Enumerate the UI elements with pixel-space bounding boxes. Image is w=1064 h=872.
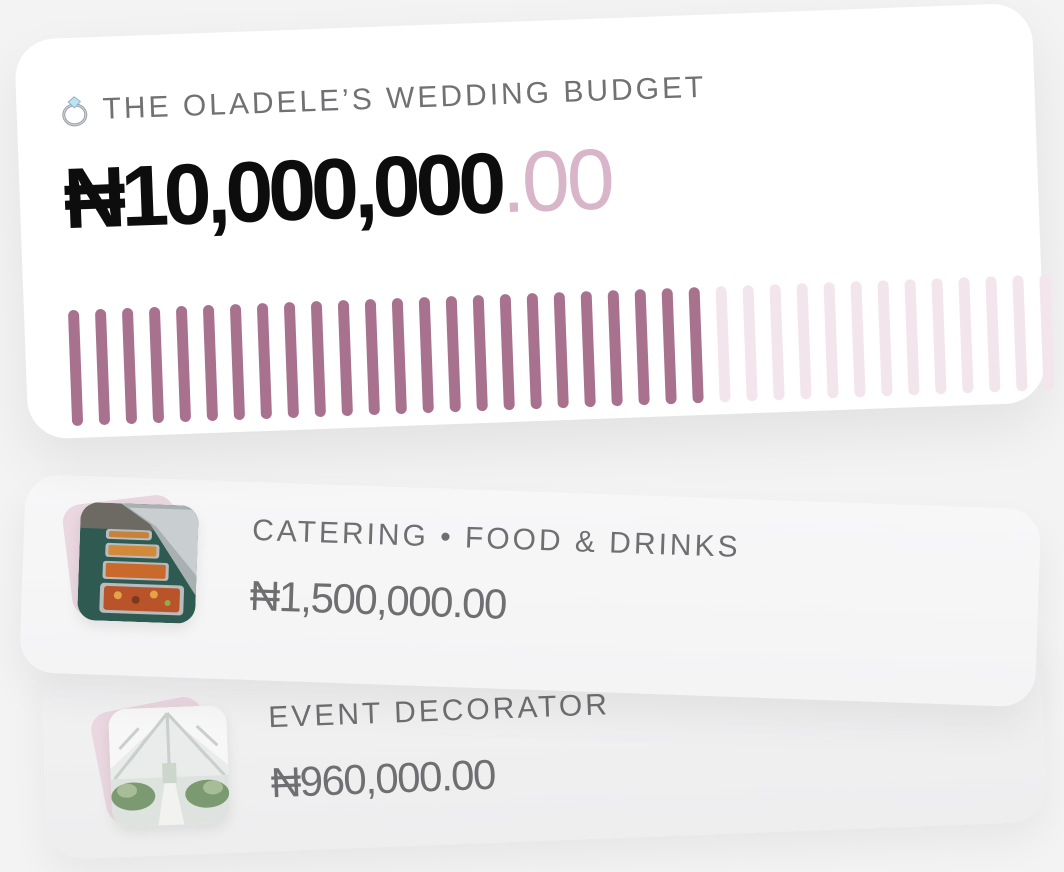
- budget-title: THE OLADELE’S WEDDING BUDGET: [101, 70, 707, 126]
- budget-amount: ₦10,000,000.00: [62, 131, 613, 247]
- progress-tick-filled: [283, 301, 300, 419]
- progress-tick-filled: [526, 292, 542, 410]
- progress-tick-filled: [175, 305, 192, 423]
- budget-stage: EVENT DECORATOR ₦960,000.00 CATERING • F…: [0, 0, 1064, 872]
- budget-progress-bar: [67, 274, 1055, 427]
- progress-tick-empty: [1012, 275, 1028, 392]
- progress-tick-filled: [391, 297, 407, 415]
- expense-category-label: CATERING • FOOD & DRINKS: [251, 513, 742, 564]
- progress-tick-filled: [202, 304, 219, 422]
- progress-tick-filled: [256, 302, 273, 420]
- progress-tick-empty: [742, 285, 758, 402]
- ring-icon: [62, 96, 88, 127]
- progress-tick-empty: [769, 284, 785, 401]
- expense-text: CATERING • FOOD & DRINKS ₦1,500,000.00: [249, 514, 952, 644]
- progress-tick-empty: [985, 276, 1001, 393]
- progress-tick-empty: [958, 277, 974, 394]
- progress-tick-filled: [634, 289, 650, 406]
- progress-tick-empty: [931, 278, 947, 395]
- progress-tick-empty: [904, 279, 920, 396]
- progress-tick-empty: [715, 286, 731, 403]
- progress-tick-filled: [310, 300, 327, 418]
- progress-tick-filled: [661, 288, 677, 405]
- expense-card-catering[interactable]: CATERING • FOOD & DRINKS ₦1,500,000.00: [19, 474, 1042, 708]
- expense-thumbnail: [60, 493, 201, 626]
- progress-tick-filled: [418, 296, 434, 414]
- progress-tick-filled: [499, 293, 515, 411]
- progress-tick-filled: [94, 308, 111, 426]
- budget-amount-decimal: .00: [499, 131, 614, 232]
- progress-tick-empty: [1039, 274, 1055, 391]
- progress-tick-filled: [229, 303, 246, 421]
- expense-thumbnail: [88, 693, 233, 830]
- progress-tick-filled: [121, 307, 138, 425]
- progress-tick-filled: [445, 295, 461, 413]
- budget-amount-integer: ₦10,000,000: [62, 135, 503, 248]
- progress-tick-filled: [67, 309, 84, 427]
- budget-title-row: THE OLADELE’S WEDDING BUDGET: [60, 71, 707, 129]
- progress-tick-empty: [796, 283, 812, 400]
- progress-tick-filled: [148, 306, 165, 424]
- progress-tick-filled: [688, 287, 704, 404]
- budget-summary-card: THE OLADELE’S WEDDING BUDGET ₦10,000,000…: [14, 2, 1055, 440]
- event-venue-image: [107, 704, 231, 828]
- progress-tick-filled: [364, 298, 380, 416]
- progress-tick-empty: [850, 281, 866, 398]
- expense-amount: ₦1,500,000.00: [249, 571, 507, 628]
- progress-tick-filled: [607, 290, 623, 407]
- progress-tick-filled: [553, 291, 569, 409]
- progress-tick-filled: [472, 294, 488, 412]
- catering-food-image: [76, 501, 199, 624]
- progress-tick-filled: [337, 299, 353, 417]
- progress-tick-filled: [580, 291, 596, 408]
- progress-tick-empty: [877, 280, 893, 397]
- expense-amount: ₦960,000.00: [269, 750, 496, 807]
- progress-tick-empty: [823, 282, 839, 399]
